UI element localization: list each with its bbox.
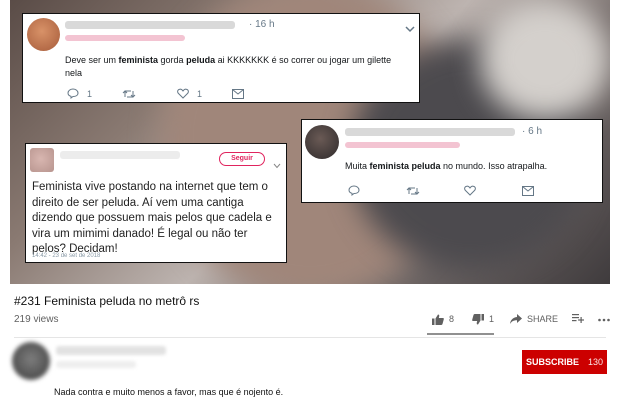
divider bbox=[14, 337, 606, 338]
message-button[interactable] bbox=[522, 185, 534, 196]
video-title: #231 Feminista peluda no metrô rs bbox=[14, 294, 200, 308]
playlist-add-icon bbox=[572, 314, 585, 323]
reply-icon bbox=[67, 88, 79, 99]
retweet-button[interactable] bbox=[122, 89, 177, 99]
username-blurred[interactable] bbox=[65, 21, 235, 29]
mail-icon bbox=[232, 88, 244, 99]
tweet-text: Muita feminista peluda no mundo. Isso at… bbox=[345, 161, 548, 171]
thumbs-up-icon bbox=[432, 314, 444, 325]
like-count: 1 bbox=[197, 88, 203, 99]
tweet-card-2: · 6 h Muita feminista peluda no mundo. I… bbox=[301, 119, 603, 203]
more-options-button[interactable] bbox=[598, 314, 610, 324]
tweet-text: Deve ser um feminista gorda peluda ai KK… bbox=[65, 55, 392, 78]
tweet-actions: 1 1 bbox=[67, 88, 244, 99]
retweet-button[interactable] bbox=[406, 186, 464, 196]
reply-icon bbox=[348, 185, 360, 196]
heart-icon bbox=[177, 88, 189, 99]
like-count: 8 bbox=[449, 314, 455, 324]
follow-button[interactable]: Seguir bbox=[219, 152, 265, 166]
subscribe-button[interactable]: SUBSCRIBE 130 bbox=[522, 350, 607, 374]
reply-button[interactable] bbox=[348, 185, 406, 196]
username-blurred[interactable] bbox=[60, 151, 180, 159]
share-label: SHARE bbox=[527, 314, 559, 324]
dislike-count: 1 bbox=[489, 314, 495, 324]
share-button[interactable]: SHARE bbox=[510, 314, 558, 324]
reply-button[interactable]: 1 bbox=[67, 88, 122, 99]
message-button[interactable] bbox=[232, 88, 244, 99]
avatar[interactable] bbox=[27, 18, 60, 51]
retweet-icon bbox=[122, 89, 136, 98]
more-horizontal-icon bbox=[598, 318, 610, 322]
subscriber-count: 130 bbox=[587, 357, 604, 367]
chevron-down-icon[interactable] bbox=[405, 20, 415, 33]
subscribe-label: SUBSCRIBE bbox=[525, 357, 579, 367]
tweet-actions bbox=[348, 185, 534, 196]
tweet-time: · 16 h bbox=[249, 19, 275, 30]
dislike-button[interactable]: 1 bbox=[472, 313, 495, 325]
post-text: Feminista vive postando na internet que … bbox=[32, 181, 272, 255]
retweet-icon bbox=[406, 186, 420, 195]
chevron-down-icon[interactable] bbox=[273, 156, 281, 169]
post-timestamp: 14:42 - 23 de set de 2018 bbox=[32, 253, 101, 259]
like-button[interactable] bbox=[464, 185, 522, 196]
username-blurred[interactable] bbox=[345, 128, 515, 136]
background-blur-light bbox=[480, 0, 610, 120]
reply-count: 1 bbox=[87, 88, 93, 99]
sentiment-bar bbox=[427, 333, 494, 335]
handle-blurred bbox=[65, 35, 185, 41]
handle-blurred bbox=[345, 142, 460, 148]
channel-name-blurred[interactable] bbox=[56, 346, 166, 355]
video-description: Nada contra e muito menos a favor, mas q… bbox=[54, 387, 284, 397]
like-button[interactable]: 1 bbox=[177, 88, 232, 99]
social-post-card: Seguir Feminista vive postando na intern… bbox=[25, 143, 287, 263]
tweet-time: · 6 h bbox=[522, 126, 543, 137]
mail-icon bbox=[522, 185, 534, 196]
video-actions: 8 1 SHARE bbox=[432, 313, 610, 325]
channel-avatar[interactable] bbox=[12, 342, 50, 380]
like-button[interactable]: 8 bbox=[432, 314, 454, 325]
thumbs-down-icon bbox=[472, 313, 485, 324]
heart-icon bbox=[464, 185, 476, 196]
add-to-playlist-button[interactable] bbox=[572, 313, 585, 325]
share-icon bbox=[510, 314, 523, 324]
tweet-card-1: · 16 h Deve ser um feminista gorda pelud… bbox=[22, 13, 420, 103]
avatar[interactable] bbox=[305, 125, 339, 159]
view-count: 219 views bbox=[14, 314, 59, 325]
publish-date-blurred bbox=[56, 361, 136, 368]
avatar[interactable] bbox=[30, 148, 54, 172]
